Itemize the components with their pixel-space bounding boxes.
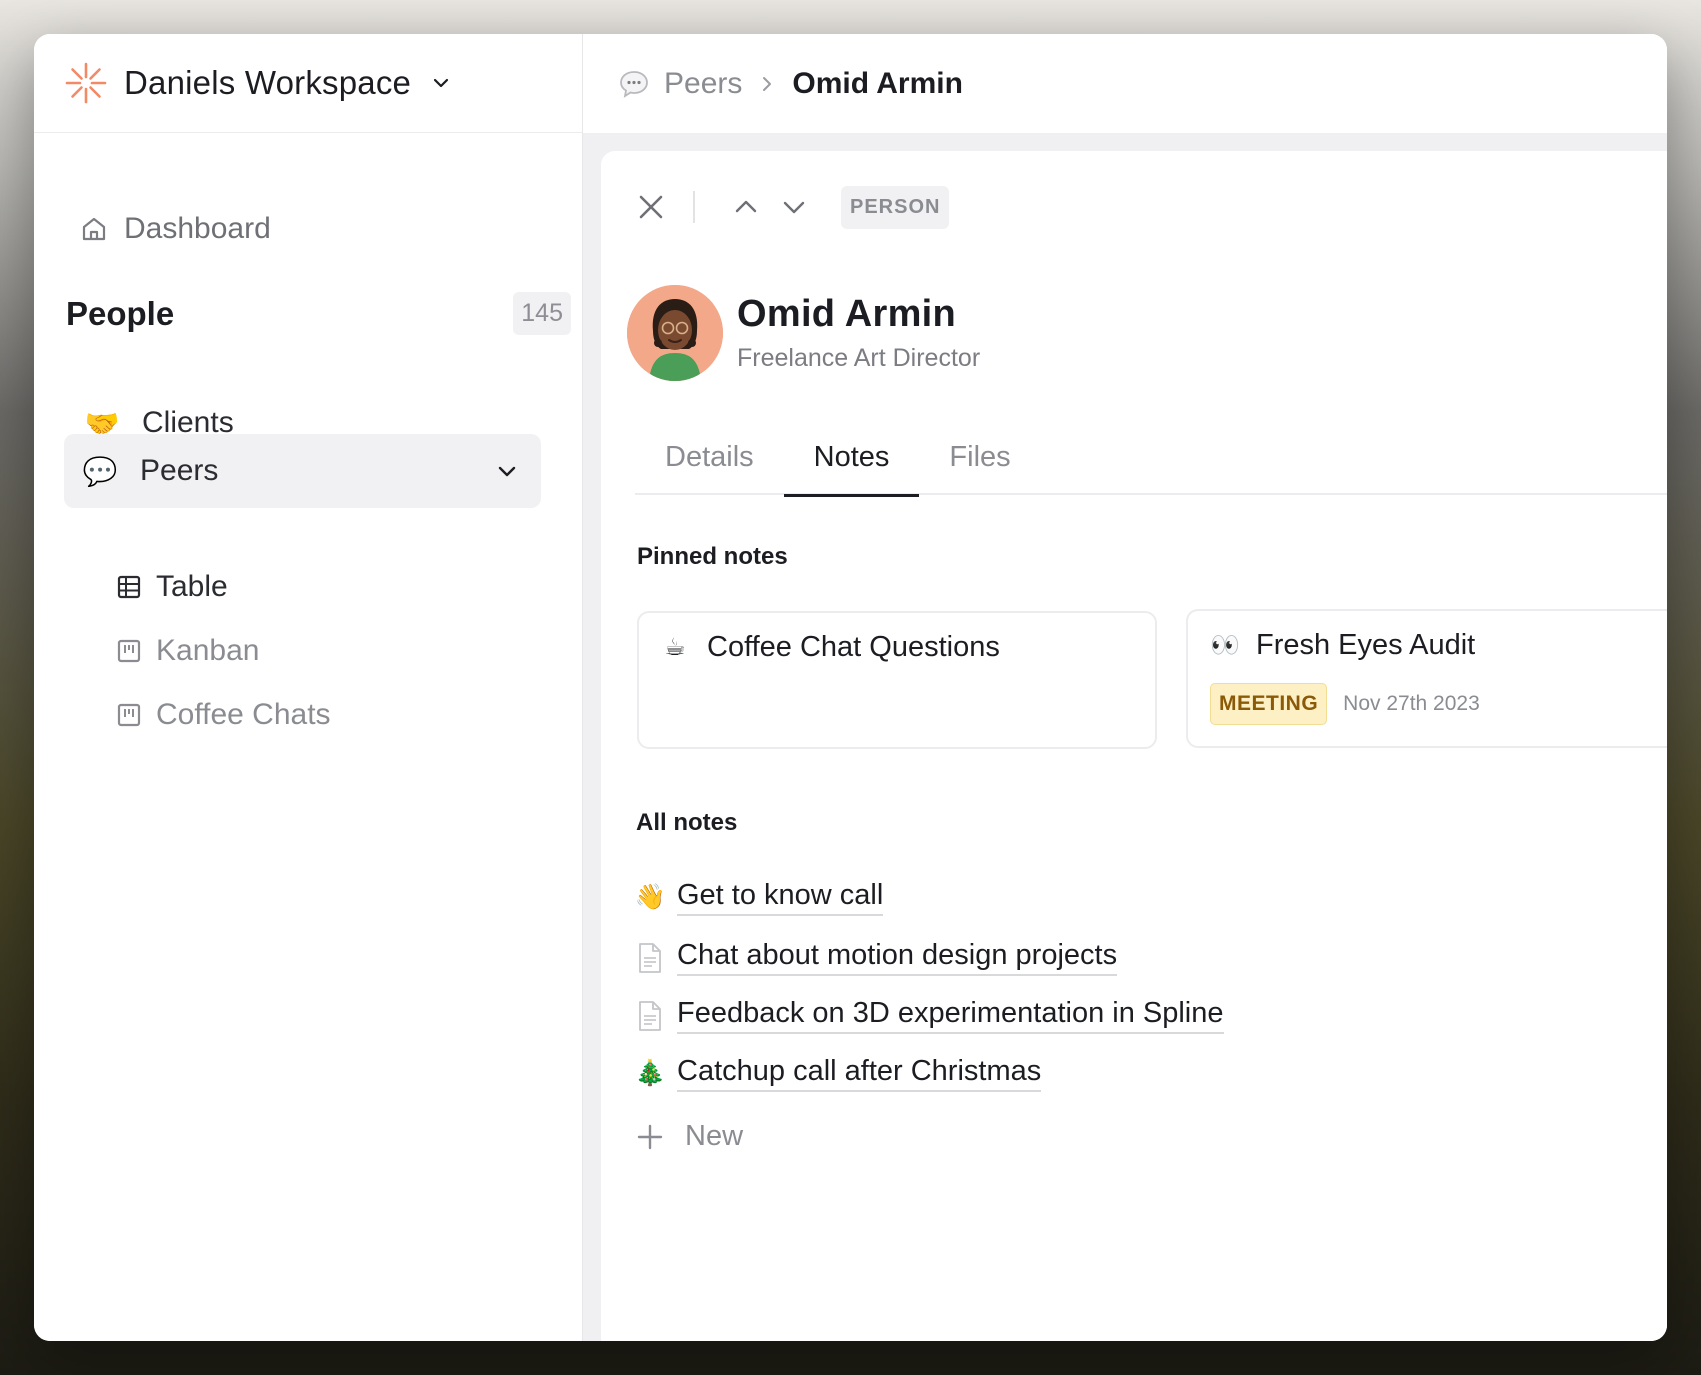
nav-dashboard[interactable]: Dashboard (80, 212, 271, 246)
plus-icon (637, 1124, 663, 1149)
kanban-icon (117, 703, 141, 727)
note-list-item[interactable]: 👋 Get to know call (634, 879, 884, 916)
note-title: Catchup call after Christmas (677, 1055, 1042, 1092)
person-role: Freelance Art Director (737, 344, 981, 372)
record-toolbar: PERSON (637, 185, 950, 229)
sidebar-view-coffee-chats[interactable]: Coffee Chats (116, 698, 331, 732)
person-info: Omid Armin Freelance Art Director (737, 293, 980, 373)
speech-bubble-icon (620, 70, 648, 98)
note-date: Nov 27th 2023 (1343, 692, 1480, 715)
note-list-item[interactable]: 🎄 Catchup call after Christmas (634, 1055, 1042, 1092)
sidebar-item-label: Peers (140, 454, 219, 487)
chevron-up-icon (735, 200, 757, 213)
sidebar: Daniels Workspace Dashboard People 145 🤝… (34, 34, 583, 1341)
previous-record-button[interactable] (733, 194, 759, 220)
table-icon (117, 575, 141, 599)
record-type-chip: PERSON (841, 185, 950, 229)
new-note-button[interactable]: New (637, 1120, 743, 1153)
note-list-item[interactable]: Feedback on 3D experimentation in Spline (635, 997, 1224, 1034)
pinned-note-title-text: Coffee Chat Questions (707, 631, 1000, 663)
avatar (627, 285, 723, 381)
toolbar-divider (693, 191, 695, 223)
record-panel: PERSON Omid Armin Freelance Art Director… (601, 151, 1667, 1341)
chevron-down-icon[interactable] (495, 459, 519, 483)
all-notes-heading: All notes (636, 809, 738, 836)
note-title: Feedback on 3D experimentation in Spline (677, 997, 1224, 1034)
people-count-badge: 145 (513, 292, 571, 335)
pinned-note-title-text: Fresh Eyes Audit (1256, 629, 1476, 661)
chevron-down-icon (433, 78, 449, 88)
pinned-note-meta: MEETING Nov 27th 2023 (1210, 683, 1480, 725)
person-name: Omid Armin (737, 293, 957, 335)
app-window: Daniels Workspace Dashboard People 145 🤝… (34, 34, 1667, 1341)
record-tabs: Details Notes Files (635, 433, 1667, 497)
sidebar-view-label: Coffee Chats (156, 698, 331, 731)
workspace-logo-icon (65, 62, 107, 104)
waving-hand-icon: 👋 (634, 883, 666, 911)
note-title: Chat about motion design projects (677, 939, 1118, 976)
pinned-notes-heading: Pinned notes (637, 543, 788, 570)
new-note-label: New (685, 1120, 744, 1152)
note-list-item[interactable]: Chat about motion design projects (635, 939, 1118, 976)
pinned-note-card[interactable]: ☕ Coffee Chat Questions (637, 611, 1157, 749)
main-area: Peers Omid Armin PERSON Omid Armin Freel… (583, 34, 1667, 1341)
pinned-note-card[interactable]: 👀 Fresh Eyes Audit MEETING Nov 27th 2023 (1186, 609, 1667, 748)
christmas-tree-icon: 🎄 (634, 1059, 666, 1087)
speech-bubble-icon: 💬 (82, 455, 118, 487)
breadcrumb-parent[interactable]: Peers (664, 67, 742, 101)
chevron-down-icon (783, 201, 805, 214)
document-icon (635, 941, 665, 975)
eyes-icon: 👀 (1210, 632, 1240, 659)
breadcrumb: Peers Omid Armin (583, 34, 1667, 133)
next-record-button[interactable] (781, 194, 807, 220)
section-people-header: People 145 (66, 292, 571, 335)
home-icon (82, 217, 106, 241)
close-icon[interactable] (637, 193, 665, 221)
nav-dashboard-label: Dashboard (124, 212, 271, 245)
kanban-icon (117, 639, 141, 663)
person-header: Omid Armin Freelance Art Director (627, 285, 980, 381)
chevron-right-icon (763, 76, 772, 91)
tab-details[interactable]: Details (635, 433, 784, 495)
sidebar-view-table[interactable]: Table (116, 570, 228, 604)
workspace-switcher[interactable]: Daniels Workspace (34, 34, 582, 133)
sidebar-view-label: Table (156, 570, 228, 603)
coffee-icon: ☕ (664, 634, 686, 661)
tab-files[interactable]: Files (919, 433, 1040, 495)
document-icon (635, 999, 665, 1033)
sidebar-view-kanban[interactable]: Kanban (116, 634, 259, 668)
section-title: People (66, 294, 175, 332)
breadcrumb-current: Omid Armin (792, 66, 963, 100)
pinned-note-title: 👀 Fresh Eyes Audit (1210, 629, 1475, 662)
sidebar-item-peers[interactable]: 💬 Peers (64, 434, 541, 508)
sidebar-view-label: Kanban (156, 634, 260, 667)
tab-notes[interactable]: Notes (783, 433, 920, 497)
meeting-tag: MEETING (1210, 683, 1328, 725)
pinned-note-title: ☕ Coffee Chat Questions (661, 631, 1000, 664)
workspace-name: Daniels Workspace (124, 64, 412, 101)
note-title: Get to know call (677, 879, 884, 916)
